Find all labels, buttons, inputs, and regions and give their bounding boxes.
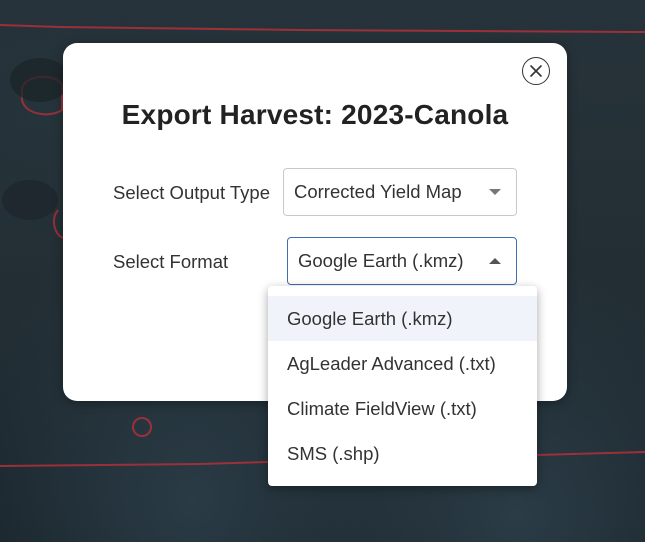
format-value: Google Earth (.kmz) — [298, 250, 464, 271]
close-button[interactable] — [522, 57, 550, 85]
caret-up-icon — [480, 251, 510, 271]
format-label: Select Format — [113, 251, 229, 272]
output-type-value: Corrected Yield Map — [294, 181, 462, 202]
format-option-agleader[interactable]: AgLeader Advanced (.txt) — [268, 341, 537, 386]
format-option-fieldview[interactable]: Climate FieldView (.txt) — [268, 386, 537, 431]
output-type-label: Select Output Type — [113, 182, 271, 203]
close-icon — [530, 65, 542, 77]
modal-title: Export Harvest: 2023-Canola — [121, 99, 509, 130]
format-select[interactable]: Google Earth (.kmz) — [287, 237, 517, 285]
output-type-select[interactable]: Corrected Yield Map — [283, 168, 517, 216]
format-dropdown-list: Google Earth (.kmz) AgLeader Advanced (.… — [268, 286, 537, 486]
format-option-kmz[interactable]: Google Earth (.kmz) — [268, 296, 537, 341]
caret-down-icon — [480, 182, 510, 202]
format-option-sms[interactable]: SMS (.shp) — [268, 431, 537, 476]
